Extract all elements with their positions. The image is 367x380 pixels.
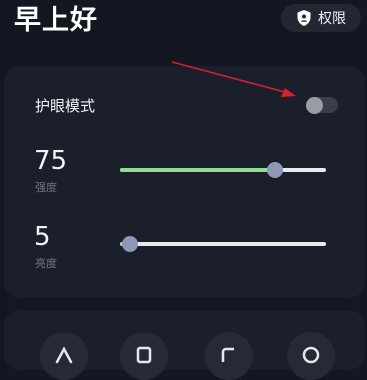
permission-button-label: 权限 [318,11,346,27]
intensity-slider-thumb[interactable] [266,162,283,178]
greeting-title: 早上好 [14,5,98,36]
toggle-knob [306,96,323,114]
permission-button[interactable]: 权限 [281,4,361,32]
quick-action-document[interactable] [120,332,168,380]
quick-action-screen[interactable] [205,332,253,380]
intensity-slider-fill [120,168,275,172]
intensity-slider[interactable] [120,162,326,178]
eye-care-label: 护眼模式 [35,97,96,115]
timer-icon [302,346,320,364]
quick-action-wave[interactable] [40,332,88,380]
shield-icon [297,10,311,26]
eye-care-toggle[interactable] [306,96,338,114]
brightness-label: 亮度 [35,257,57,270]
wave-icon [55,346,73,364]
intensity-value: 75 [34,146,68,176]
screen-icon [221,347,234,362]
quick-action-timer[interactable] [287,332,335,380]
intensity-label: 强度 [35,181,57,194]
brightness-slider[interactable] [120,236,326,252]
brightness-value: 5 [34,222,51,252]
document-icon [136,346,152,364]
